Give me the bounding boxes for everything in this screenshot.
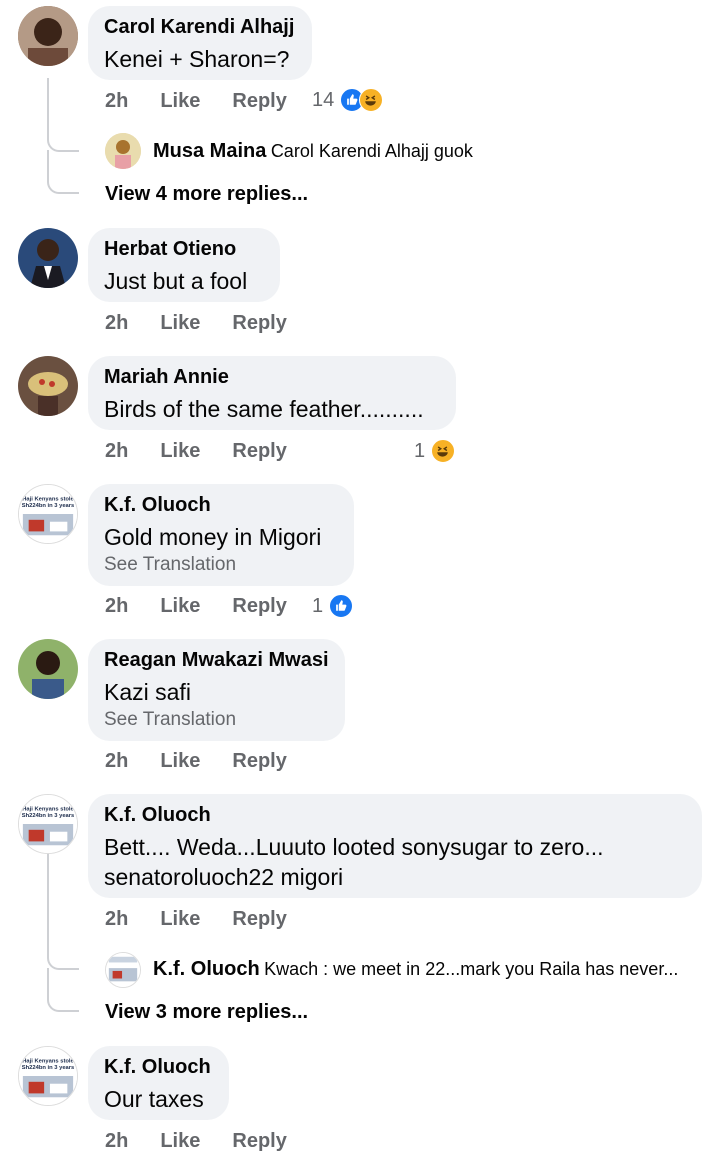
see-translation-link[interactable]: See Translation [104, 707, 329, 733]
like-button[interactable]: Like [160, 440, 200, 463]
comment-actions: 2h Like Reply [105, 908, 319, 931]
reply-preview[interactable]: K.f. Oluoch Kwach : we meet in 22...mark… [153, 958, 678, 981]
avatar[interactable] [18, 639, 78, 699]
avatar[interactable] [105, 133, 141, 169]
avatar-photo: Haji Kenyans stole Sh224bn in 3 years [19, 1047, 77, 1105]
comment-time[interactable]: 2h [105, 595, 128, 618]
comment-actions: 2h Like Reply [105, 595, 319, 618]
comment-text: Kazi safi [104, 679, 191, 705]
svg-text:Sh224bn in 3 years: Sh224bn in 3 years [22, 503, 75, 509]
comment-time[interactable]: 2h [105, 1130, 128, 1153]
svg-text:Haji Kenyans stole: Haji Kenyans stole [22, 1058, 74, 1064]
reply-button[interactable]: Reply [232, 1130, 286, 1153]
comment-actions: 2h Like Reply [105, 750, 319, 773]
haha-icon [431, 439, 456, 463]
comment-author[interactable]: Herbat Otieno [104, 237, 264, 261]
comment-time[interactable]: 2h [105, 312, 128, 335]
comment-time[interactable]: 2h [105, 908, 128, 931]
svg-text:Haji Kenyans stole: Haji Kenyans stole [22, 496, 74, 502]
avatar-photo [18, 6, 78, 66]
comment-bubble: Carol Karendi Alhajj Kenei + Sharon=? [88, 6, 312, 80]
comment-author[interactable]: Mariah Annie [104, 365, 440, 389]
avatar[interactable]: Haji Kenyans stole Sh224bn in 3 years [18, 1046, 78, 1106]
comment-actions: 2h Like Reply [105, 440, 319, 463]
reaction-summary[interactable]: 1 [414, 439, 456, 463]
like-button[interactable]: Like [160, 1130, 200, 1153]
comment-author[interactable]: Carol Karendi Alhajj [104, 15, 296, 39]
comment-author[interactable]: K.f. Oluoch [104, 803, 686, 827]
reply-text: Kwach : we meet in 22...mark you Raila h… [264, 959, 679, 979]
avatar[interactable] [18, 228, 78, 288]
comment-text: Birds of the same feather.......... [104, 396, 424, 422]
comment-bubble: Mariah Annie Birds of the same feather..… [88, 356, 456, 430]
svg-text:Sh224bn in 3 years: Sh224bn in 3 years [22, 1065, 75, 1071]
comment-actions: 2h Like Reply [105, 1130, 319, 1153]
reaction-count: 14 [312, 88, 335, 111]
reaction-count: 1 [312, 594, 324, 617]
avatar[interactable]: Haji Kenyans stole Sh224bn in 3 years [18, 484, 78, 544]
reply-button[interactable]: Reply [232, 90, 286, 113]
avatar-photo [18, 228, 78, 288]
thread-line [47, 968, 79, 1012]
thread-line [47, 78, 79, 152]
comment-text: Kenei + Sharon=? [104, 46, 290, 72]
reply-preview[interactable]: Musa Maina Carol Karendi Alhajj guok [153, 140, 473, 163]
comment-actions: 2h Like Reply [105, 312, 319, 335]
avatar-photo [18, 639, 78, 699]
reply-author[interactable]: Musa Maina [153, 140, 266, 162]
like-icon [329, 594, 354, 618]
svg-text:Sh224bn in 3 years: Sh224bn in 3 years [22, 813, 75, 819]
like-button[interactable]: Like [160, 312, 200, 335]
avatar-photo: Haji Kenyans stole Sh224bn in 3 years [19, 485, 77, 543]
view-more-replies[interactable]: View 3 more replies... [105, 1001, 308, 1024]
reply-author[interactable]: K.f. Oluoch [153, 958, 260, 980]
thread-line [47, 150, 79, 194]
comment-author[interactable]: Reagan Mwakazi Mwasi [104, 648, 329, 672]
reply-button[interactable]: Reply [232, 595, 286, 618]
comment-actions: 2h Like Reply [105, 90, 319, 113]
svg-text:Haji Kenyans stole: Haji Kenyans stole [22, 806, 74, 812]
avatar-photo [105, 133, 141, 169]
view-more-replies[interactable]: View 4 more replies... [105, 183, 308, 206]
comment-time[interactable]: 2h [105, 440, 128, 463]
reply-button[interactable]: Reply [232, 750, 286, 773]
comment-time[interactable]: 2h [105, 90, 128, 113]
reply-button[interactable]: Reply [232, 440, 286, 463]
comment-time[interactable]: 2h [105, 750, 128, 773]
comment-bubble: K.f. Oluoch Bett.... Weda...Luuuto loote… [88, 794, 702, 898]
avatar[interactable] [18, 356, 78, 416]
haha-icon [359, 88, 384, 112]
avatar[interactable] [105, 952, 141, 988]
like-button[interactable]: Like [160, 908, 200, 931]
see-translation-link[interactable]: See Translation [104, 552, 338, 578]
like-button[interactable]: Like [160, 595, 200, 618]
avatar[interactable]: Haji Kenyans stole Sh224bn in 3 years [18, 794, 78, 854]
avatar[interactable] [18, 6, 78, 66]
reply-text: Carol Karendi Alhajj guok [270, 141, 473, 161]
reaction-count: 1 [414, 439, 426, 462]
avatar-photo [106, 953, 140, 987]
comment-text: Just but a fool [104, 268, 248, 294]
reply-button[interactable]: Reply [232, 908, 286, 931]
comment-author[interactable]: K.f. Oluoch [104, 1055, 213, 1079]
avatar-photo: Haji Kenyans stole Sh224bn in 3 years [19, 795, 77, 853]
reply-button[interactable]: Reply [232, 312, 286, 335]
like-button[interactable]: Like [160, 750, 200, 773]
comment-author[interactable]: K.f. Oluoch [104, 493, 338, 517]
comment-text: Gold money in Migori [104, 524, 322, 550]
avatar-photo [18, 356, 78, 416]
comment-text-line2: senatoroluoch22 migori [104, 864, 344, 890]
comment-text-line1: Bett.... Weda...Luuuto looted sonysugar … [104, 834, 604, 860]
reaction-summary[interactable]: 1 [312, 594, 354, 618]
comment-bubble: Herbat Otieno Just but a fool [88, 228, 280, 302]
thread-line [47, 854, 79, 970]
comment-text: Our taxes [104, 1086, 204, 1112]
comment-bubble: K.f. Oluoch Our taxes [88, 1046, 229, 1120]
reaction-summary[interactable]: 14 [312, 88, 384, 112]
comment-bubble: Reagan Mwakazi Mwasi Kazi safi See Trans… [88, 639, 345, 741]
comment-bubble: K.f. Oluoch Gold money in Migori See Tra… [88, 484, 354, 586]
like-button[interactable]: Like [160, 90, 200, 113]
